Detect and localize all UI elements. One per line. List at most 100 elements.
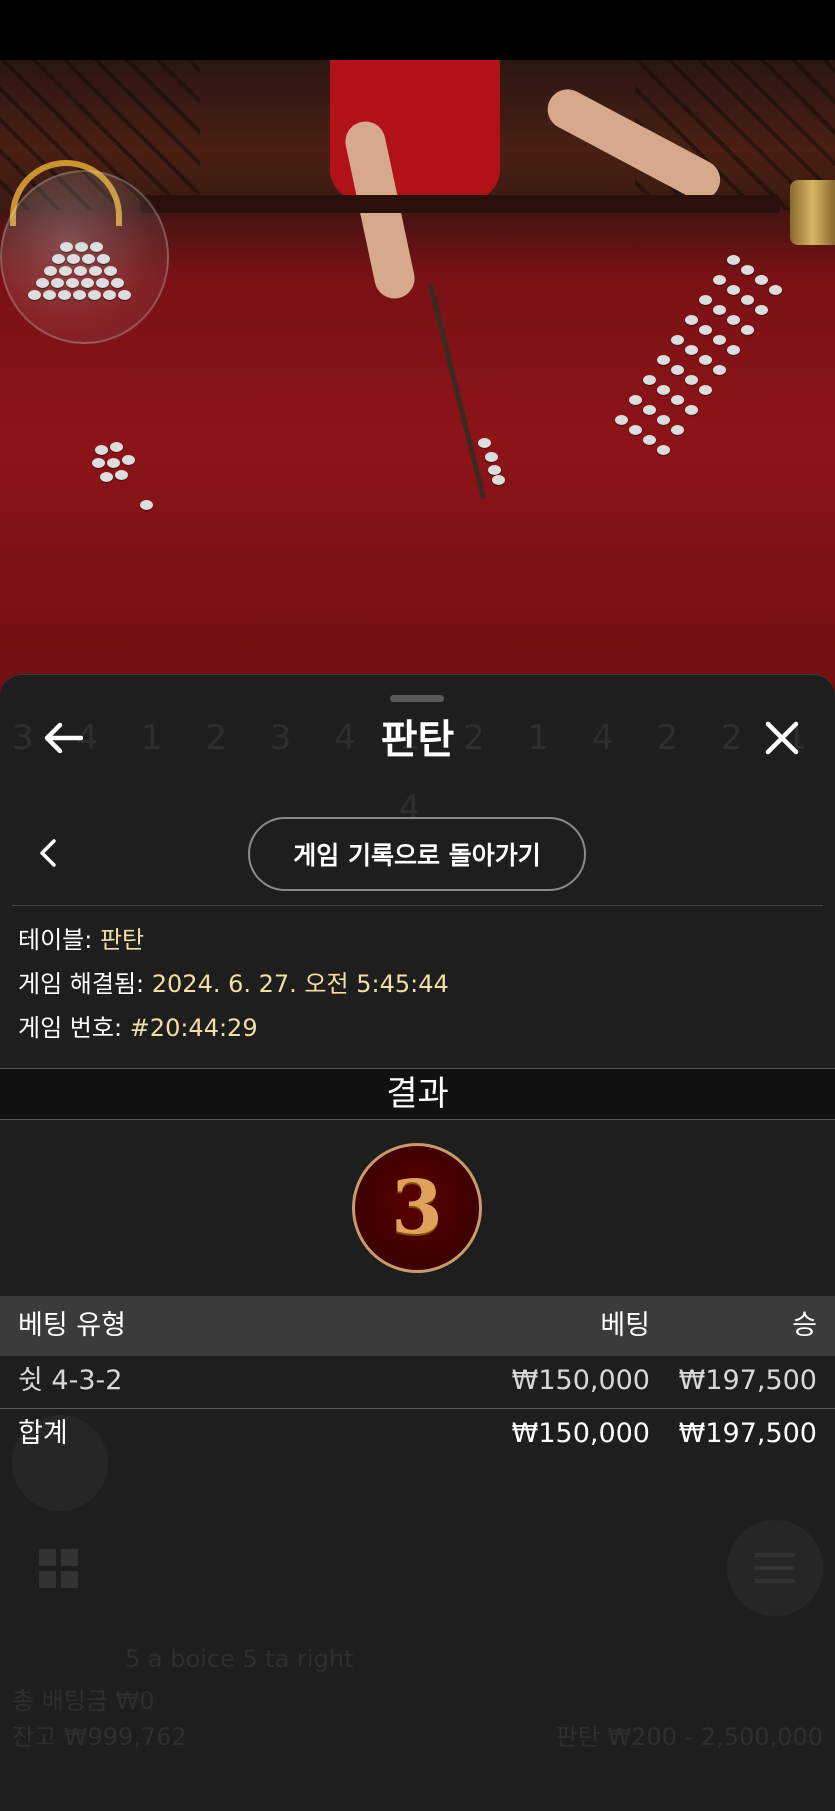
bead (75, 242, 88, 252)
bead (95, 445, 108, 455)
bead (699, 385, 712, 395)
bead (81, 278, 94, 288)
bead (103, 290, 116, 300)
bead (755, 275, 768, 285)
bead (58, 290, 71, 300)
bead (685, 405, 698, 415)
bets-table-header: 베팅 유형 베팅 승 (0, 1296, 835, 1356)
bead (89, 266, 102, 276)
bead (727, 345, 740, 355)
ghost-line-1: 5 a boice 5 ta right (125, 1645, 354, 1673)
bead (671, 395, 684, 405)
divider (12, 905, 823, 906)
bead (122, 455, 135, 465)
row-bet-amount: ₩150,000 (511, 1365, 650, 1396)
ghost-line-4: 판탄 ₩200 - 2,500,000 (555, 1723, 823, 1751)
info-table-label: 테이블: (18, 926, 93, 954)
bead (713, 305, 726, 315)
bead (73, 290, 86, 300)
bead (699, 295, 712, 305)
bead (52, 254, 65, 264)
bead (43, 290, 56, 300)
col-bet: 베팅 (600, 1310, 650, 1341)
bead (699, 355, 712, 365)
info-number: 게임 번호: #20:44:29 (18, 1011, 258, 1045)
bead (100, 472, 113, 482)
row-win-amount: ₩197,500 (678, 1365, 817, 1396)
bead (110, 442, 123, 452)
bead (82, 254, 95, 264)
bead (97, 254, 110, 264)
bead (107, 458, 120, 468)
total-bet-amount: ₩150,000 (511, 1418, 650, 1449)
bead (727, 255, 740, 265)
result-number: 3 (391, 1165, 443, 1251)
result-badge: 3 (352, 1143, 482, 1273)
page-title: 판탄 (380, 717, 455, 763)
bead (28, 290, 41, 300)
bead (727, 315, 740, 325)
bead (88, 290, 101, 300)
bead (699, 325, 712, 335)
bead (643, 375, 656, 385)
grid-icon (39, 1549, 78, 1588)
previous-button[interactable] (30, 835, 66, 871)
info-number-value: #20:44:29 (129, 1014, 258, 1042)
bead (685, 315, 698, 325)
ghost-line-2: 총 배팅금 ₩0 (12, 1687, 155, 1715)
bead (741, 265, 754, 275)
row-divider (0, 1408, 835, 1409)
bead (741, 295, 754, 305)
bead (96, 278, 109, 288)
bead (671, 365, 684, 375)
results-heading: 결과 (0, 1068, 835, 1120)
bead (51, 278, 64, 288)
bead (140, 500, 153, 510)
status-bar (0, 0, 835, 60)
menu-icon (755, 1553, 795, 1583)
bead (685, 345, 698, 355)
col-win: 승 (792, 1310, 817, 1341)
return-to-history-button[interactable]: 게임 기록으로 돌아가기 (248, 817, 586, 891)
bead (755, 305, 768, 315)
bead (90, 242, 103, 252)
total-win-amount: ₩197,500 (678, 1418, 817, 1449)
bead (485, 452, 498, 462)
live-video-feed (0, 60, 835, 700)
bead (629, 395, 642, 405)
table-rail (140, 195, 780, 213)
info-resolved: 게임 해결됨: 2024. 6. 27. 오전 5:45:44 (18, 967, 449, 1001)
bead (671, 425, 684, 435)
total-label: 합계 (18, 1418, 68, 1449)
bead (657, 385, 670, 395)
bead (643, 435, 656, 445)
bead (104, 266, 117, 276)
row-bet-type: 쉿 4-3-2 (18, 1365, 123, 1396)
bead (657, 415, 670, 425)
bead (657, 445, 670, 455)
info-number-label: 게임 번호: (18, 1014, 123, 1042)
sheet-drag-handle[interactable] (390, 695, 444, 702)
bead (713, 275, 726, 285)
brass-cup (790, 180, 835, 245)
bead (44, 266, 57, 276)
bead (769, 285, 782, 295)
info-resolved-label: 게임 해결됨: (18, 970, 145, 998)
bead (741, 325, 754, 335)
bead (657, 355, 670, 365)
info-table-value: 판탄 (99, 926, 145, 954)
col-bet-type: 베팅 유형 (18, 1310, 126, 1341)
ghost-line-3: 잔고 ₩999,762 (12, 1723, 187, 1751)
bead (488, 465, 501, 475)
bead (685, 375, 698, 385)
bead (671, 335, 684, 345)
info-resolved-value: 2024. 6. 27. 오전 5:45:44 (151, 970, 449, 998)
info-table: 테이블: 판탄 (18, 923, 144, 957)
close-button[interactable] (757, 713, 807, 763)
bead (615, 415, 628, 425)
bead (59, 266, 72, 276)
bead (713, 335, 726, 345)
close-icon (765, 721, 799, 755)
bead (713, 365, 726, 375)
bead (60, 242, 73, 252)
